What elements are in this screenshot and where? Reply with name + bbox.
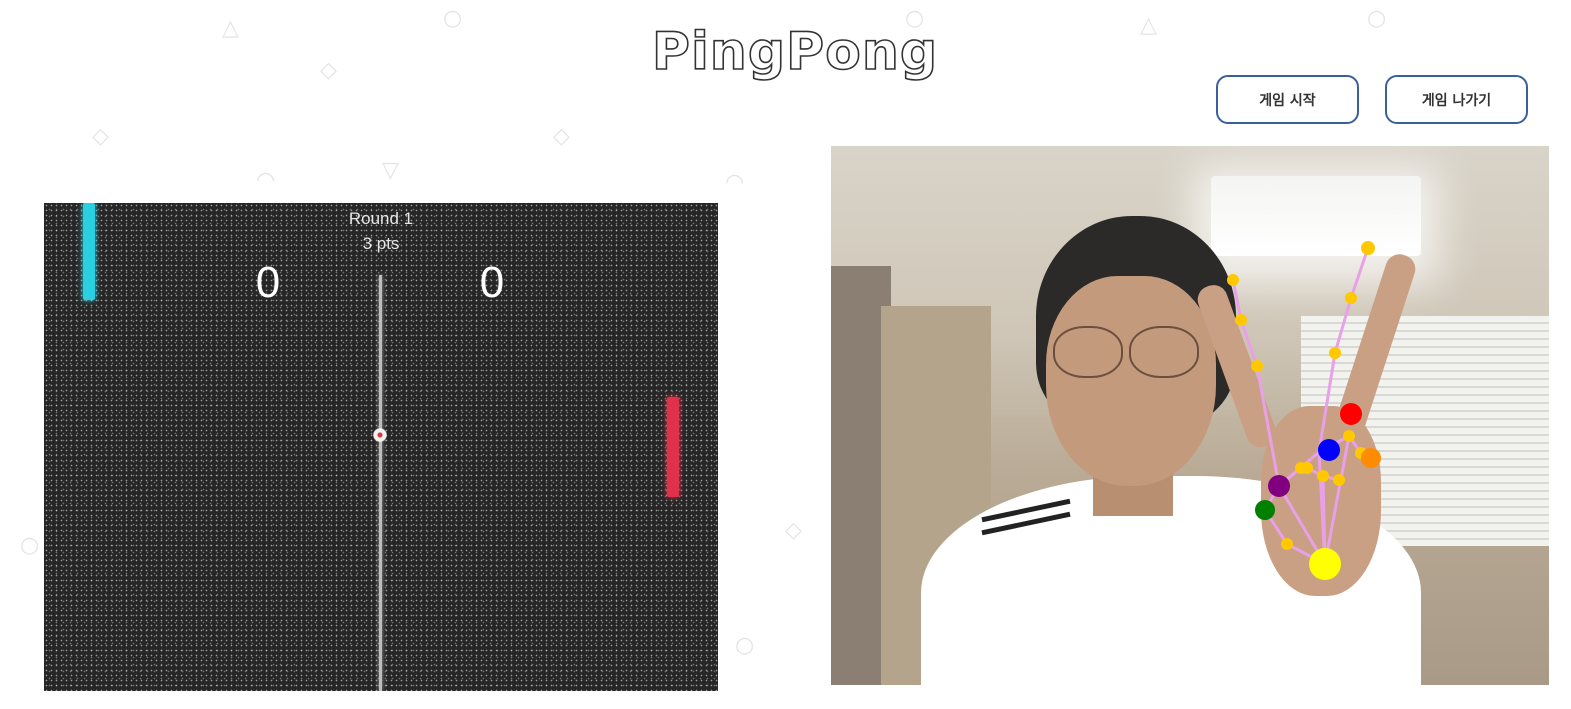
hand-connector bbox=[1317, 352, 1337, 453]
left-score: 0 bbox=[255, 258, 281, 307]
hand-landmark-point bbox=[1361, 241, 1375, 255]
decoration-shape: ▽ bbox=[382, 158, 399, 183]
pong-court[interactable]: Round 1 3 pts 0 0 bbox=[44, 203, 718, 691]
decoration-shape: ○ bbox=[20, 533, 40, 558]
hand-landmark-point bbox=[1227, 274, 1239, 286]
hand-connector bbox=[1255, 365, 1281, 487]
decoration-shape: ◠ bbox=[725, 170, 745, 195]
hand-connector bbox=[1349, 247, 1370, 299]
hand-landmark-point bbox=[1343, 430, 1355, 442]
hand-landmark-point bbox=[1309, 548, 1341, 580]
ball bbox=[373, 428, 387, 442]
hand-landmark-point bbox=[1318, 439, 1340, 461]
decoration-shape: ◠ bbox=[256, 168, 276, 193]
hand-landmark-point bbox=[1251, 360, 1263, 372]
hand-landmark-point bbox=[1235, 314, 1247, 326]
hand-landmark-point bbox=[1268, 475, 1290, 497]
game-start-button[interactable]: 게임 시작 bbox=[1216, 75, 1359, 124]
game-exit-button[interactable]: 게임 나가기 bbox=[1385, 75, 1528, 124]
hand-landmark-point bbox=[1361, 448, 1381, 468]
round-label: Round 1 bbox=[348, 209, 414, 228]
left-paddle bbox=[83, 203, 95, 300]
decoration-shape: ◇ bbox=[92, 124, 109, 149]
hand-landmark-point bbox=[1281, 538, 1293, 550]
hand-landmark-point bbox=[1333, 474, 1345, 486]
hand-landmark-point bbox=[1317, 470, 1329, 482]
hand-landmark-point bbox=[1255, 500, 1275, 520]
hand-tracking-overlay bbox=[1227, 241, 1381, 580]
webcam-feed bbox=[831, 146, 1549, 685]
right-score: 0 bbox=[479, 258, 505, 307]
hand-landmark-point bbox=[1329, 347, 1341, 359]
hand-connector bbox=[1231, 279, 1243, 321]
hand-connector bbox=[1239, 319, 1259, 367]
page-title: PingPong bbox=[651, 21, 939, 83]
decoration-shape: ○ bbox=[735, 633, 755, 658]
hand-landmark-point bbox=[1301, 462, 1313, 474]
hand-landmark-point bbox=[1340, 403, 1362, 425]
hand-landmark-point bbox=[1345, 292, 1357, 304]
decoration-shape: ◇ bbox=[785, 518, 802, 543]
points-label: 3 pts bbox=[362, 234, 400, 253]
right-paddle bbox=[667, 397, 679, 497]
decoration-shape: ◇ bbox=[553, 124, 570, 149]
center-net bbox=[379, 275, 382, 691]
hand-connector bbox=[1333, 297, 1353, 354]
